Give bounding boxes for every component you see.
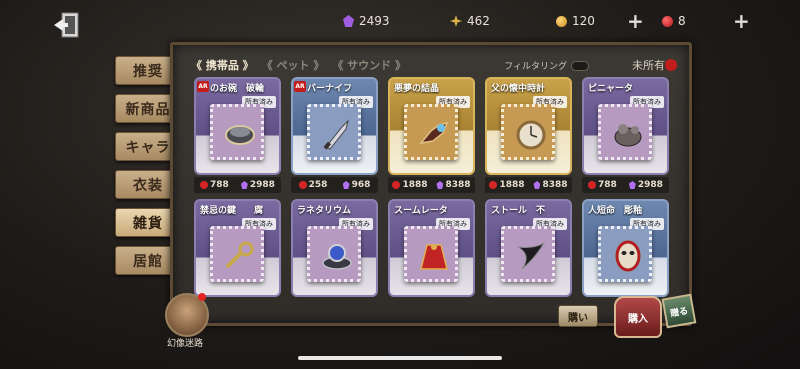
phantom-maze-label: 幻像迷路 [167, 339, 204, 349]
clue-icon [450, 15, 462, 27]
item-card[interactable]: 父の懐中時計 所有済み 1888 8388 [485, 77, 572, 193]
gem-count: 2493 [359, 14, 390, 28]
category-tabs: 《 携帯品 》 《 ペット 》 《 サウンド 》 [191, 57, 406, 73]
item-card[interactable]: AR バーナイフ 所有済み 258 968 [291, 77, 378, 193]
ar-badge: AR [294, 81, 306, 92]
key-icon [225, 241, 254, 269]
ar-badge: AR [197, 81, 209, 92]
gem-counter: 2493 [343, 14, 390, 28]
purchase-bag-button[interactable]: 購入 [614, 296, 662, 338]
item-card[interactable]: ピニャータ 所有済み 788 2988 [582, 77, 669, 193]
fragment-icon [662, 15, 673, 27]
red-currency-icon [200, 181, 209, 189]
item-name: のお碗 破輪 [210, 84, 265, 94]
item-price: 1888 8388 [485, 177, 572, 193]
item-name: 人短命 彫釉 [588, 206, 643, 216]
fragment-counter: 8 [662, 14, 686, 28]
item-card[interactable]: スームレータ 所有済み [388, 199, 475, 297]
pocket-watch-icon [516, 120, 546, 150]
coin-counter: 120 [556, 14, 595, 28]
item-name: 悪夢の結晶 [394, 84, 440, 94]
item-name: ピニャータ [588, 84, 634, 94]
coin-count: 120 [572, 14, 595, 28]
item-card[interactable]: 人短命 彫釉 所有済み [582, 199, 669, 297]
item-stamp [307, 226, 361, 282]
bowl-icon [225, 125, 255, 145]
cloak-icon [420, 244, 448, 270]
gift-button[interactable]: 贈る [661, 293, 697, 329]
mask-icon [615, 240, 641, 272]
item-card[interactable]: 禁忌の鍵 腐 所有済み [194, 199, 281, 297]
item-name: ストール 不 [491, 206, 546, 216]
gem-currency-icon [628, 181, 636, 189]
knife-icon [323, 119, 349, 150]
price-gem: 8388 [542, 180, 568, 190]
clue-count: 462 [467, 14, 490, 28]
add-coins-button[interactable]: + [627, 11, 644, 31]
price-gem: 2988 [249, 180, 275, 190]
price-gem: 968 [351, 180, 371, 190]
home-indicator [298, 356, 502, 360]
item-stamp [598, 226, 652, 282]
buy-small-button[interactable]: 購い [558, 305, 598, 327]
pinata-icon [614, 124, 642, 147]
item-stamp [404, 104, 458, 160]
price-gem: 8388 [445, 180, 471, 190]
item-stamp [210, 104, 264, 160]
tab-accessories[interactable]: 《 携帯品 》 [191, 57, 254, 73]
item-card[interactable]: ストール 不 所有済み [485, 199, 572, 297]
item-name: 父の懐中時計 [491, 84, 546, 94]
price-red: 258 [308, 180, 328, 190]
filter-control[interactable]: フィルタリング [504, 59, 589, 72]
fragment-count: 8 [678, 14, 686, 28]
price-red: 1888 [402, 180, 428, 190]
coin-icon [556, 15, 567, 27]
item-name: バーナイフ [307, 84, 353, 94]
price-red: 788 [210, 180, 229, 190]
filter-toggle[interactable] [571, 60, 589, 71]
item-grid: AR のお碗 破輪 所有済み 788 2988 AR バーナイフ 所有済み 25… [194, 77, 669, 297]
gem-currency-icon [533, 181, 541, 189]
item-card[interactable]: ラネタリウム 所有済み [291, 199, 378, 297]
item-stamp [501, 104, 555, 160]
tab-sounds[interactable]: 《 サウンド 》 [332, 57, 406, 73]
stole-icon [517, 241, 546, 270]
gem-icon [343, 15, 354, 27]
exit-door-icon[interactable] [52, 10, 84, 40]
planetarium-icon [322, 244, 352, 270]
price-red: 1888 [499, 180, 525, 190]
gem-currency-icon [240, 181, 248, 189]
filter-label: フィルタリング [504, 62, 567, 72]
shop-panel: 《 携帯品 》 《 ペット 》 《 サウンド 》 フィルタリング 未所有 AR … [170, 42, 692, 326]
item-stamp [210, 226, 264, 282]
item-stamp [404, 226, 458, 282]
item-stamp [307, 104, 361, 160]
add-fragments-button[interactable]: + [733, 11, 750, 31]
item-name: ラネタリウム [297, 206, 352, 216]
red-currency-icon [489, 181, 498, 189]
item-price: 788 2988 [582, 177, 669, 193]
red-currency-icon [392, 181, 401, 189]
item-name: 禁忌の鍵 腐 [200, 206, 264, 216]
gem-currency-icon [436, 181, 444, 189]
price-gem: 2988 [637, 180, 663, 190]
price-red: 788 [598, 180, 617, 190]
gem-currency-icon [342, 181, 350, 189]
item-price: 788 2988 [194, 177, 281, 193]
item-name: スームレータ [394, 206, 448, 216]
item-price: 1888 8388 [388, 177, 475, 193]
item-stamp [598, 104, 652, 160]
unowned-label: 未所有 [632, 59, 665, 72]
tab-pets[interactable]: 《 ペット 》 [262, 57, 325, 73]
crystal-icon [419, 121, 449, 145]
unowned-toggle[interactable] [665, 59, 677, 71]
clue-counter: 462 [450, 14, 490, 28]
item-price: 258 968 [291, 177, 378, 193]
red-currency-icon [298, 181, 307, 189]
item-card[interactable]: AR のお碗 破輪 所有済み 788 2988 [194, 77, 281, 193]
item-stamp [501, 226, 555, 282]
notification-dot [198, 293, 206, 301]
item-card[interactable]: 悪夢の結晶 所有済み 1888 8388 [388, 77, 475, 193]
red-currency-icon [588, 181, 597, 189]
